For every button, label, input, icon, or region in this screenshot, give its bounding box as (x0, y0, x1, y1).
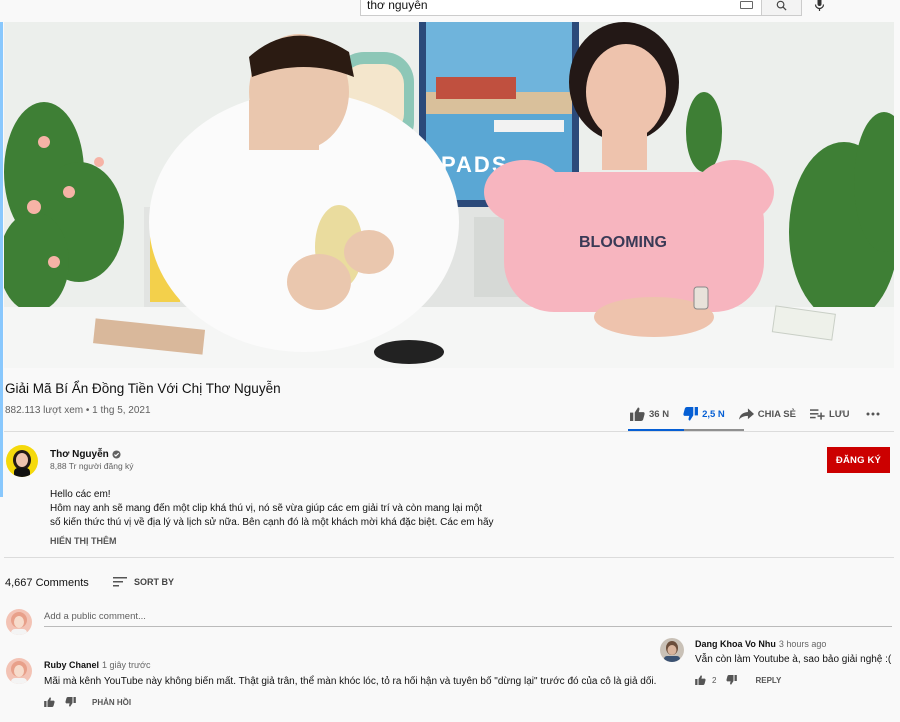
channel-name-text: Thơ Nguyễn (50, 449, 109, 460)
sort-by-button[interactable]: SORT BY (113, 577, 174, 587)
comment-like-count: 2 (712, 675, 717, 685)
save-label: LƯU (828, 408, 850, 420)
comment-actions: 2 REPLY (695, 675, 781, 685)
comment-text: Mãi mà kênh YouTube này không biến mất. … (44, 676, 657, 687)
comment-actions: PHẢN HỒI (44, 697, 131, 707)
shirt-text: BLOOMING (579, 234, 667, 251)
add-comment-input[interactable]: Add a public comment... (44, 611, 892, 627)
search-input[interactable] (367, 0, 727, 12)
save-button[interactable]: LƯU (809, 408, 850, 420)
comment-avatar[interactable] (660, 638, 684, 662)
thumbs-down-icon (683, 407, 699, 421)
comment-text: Vẫn còn làm Youtube à, sao bảo giải nghệ… (695, 654, 892, 665)
video-description: Hello các em! Hôm nay anh sẽ mang đến mộ… (50, 488, 494, 530)
comment-avatar[interactable] (6, 658, 32, 684)
dislike-count: 2,5 N (702, 408, 725, 420)
thumbs-up-icon[interactable] (44, 697, 55, 707)
playlist-add-icon (809, 409, 825, 420)
action-bar: 36 N 2,5 N CHIA SẺ LƯU (630, 405, 894, 423)
sort-by-label: SORT BY (134, 577, 175, 587)
top-bar (0, 0, 900, 22)
mic-icon[interactable] (814, 0, 825, 12)
comments-count: 4,667 Comments (5, 577, 89, 589)
subscribe-button[interactable]: ĐĂNG KÝ (827, 447, 890, 473)
subscriber-count: 8,88 Tr người đăng ký (50, 461, 134, 471)
user-avatar-image (11, 612, 27, 635)
video-player[interactable]: PADS BLOOMING (4, 22, 894, 368)
dislike-button[interactable]: 2,5 N (683, 407, 725, 421)
comment-avatar-image (664, 641, 680, 662)
user-avatar (6, 609, 32, 635)
reply-button[interactable]: REPLY (755, 676, 781, 685)
reply-button[interactable]: PHẢN HỒI (92, 698, 131, 707)
divider (4, 557, 894, 558)
channel-name[interactable]: Thơ Nguyễn (50, 449, 121, 460)
search-button[interactable] (762, 0, 802, 16)
sort-icon (113, 577, 127, 587)
search-icon (776, 0, 787, 11)
description-line: số kiến thức thú vị về địa lý và lịch sử… (50, 517, 494, 528)
comment-author-name: Dang Khoa Vo Nhu (695, 639, 776, 649)
share-icon (738, 408, 754, 420)
comment-author[interactable]: Ruby Chanel 1 giây trước (44, 660, 150, 670)
thumbs-down-icon[interactable] (726, 675, 738, 685)
show-more-button[interactable]: HIỂN THỊ THÊM (50, 536, 117, 546)
search-box[interactable] (360, 0, 762, 16)
description-line: Hôm nay anh sẽ mang đến một clip khá thú… (50, 503, 482, 514)
keyboard-icon[interactable] (740, 1, 753, 9)
comment-time: 1 giây trước (102, 660, 151, 670)
verified-icon (112, 450, 121, 459)
like-button[interactable]: 36 N (630, 407, 669, 421)
comment-author[interactable]: Dang Khoa Vo Nhu 3 hours ago (695, 639, 826, 649)
like-count: 36 N (649, 408, 670, 420)
selection-edge (0, 22, 3, 497)
comment-time: 3 hours ago (778, 639, 827, 649)
comment-avatar-image (11, 661, 27, 684)
add-comment-placeholder: Add a public comment... (44, 611, 146, 622)
share-button[interactable]: CHIA SẺ (738, 408, 796, 420)
channel-avatar[interactable] (6, 445, 38, 477)
video-title: Giải Mã Bí Ẩn Đồng Tiền Với Chị Thơ Nguy… (5, 381, 281, 396)
thumbs-up-icon[interactable] (695, 675, 706, 685)
upload-date: 1 thg 5, 2021 (92, 405, 151, 416)
divider (4, 431, 894, 432)
share-label: CHIA SẺ (757, 408, 796, 420)
thumbs-up-icon (630, 407, 645, 421)
view-count: 882.113 lượt xem (5, 405, 84, 416)
channel-avatar-image (13, 450, 31, 477)
description-line: Hello các em! (50, 489, 111, 500)
thumbs-down-icon[interactable] (65, 697, 76, 707)
more-actions-button[interactable] (866, 412, 880, 416)
video-frame: PADS BLOOMING (4, 22, 894, 368)
comment-author-name: Ruby Chanel (44, 660, 100, 670)
more-horizontal-icon (866, 412, 880, 416)
video-meta: 882.113 lượt xem • 1 thg 5, 2021 (5, 405, 151, 416)
